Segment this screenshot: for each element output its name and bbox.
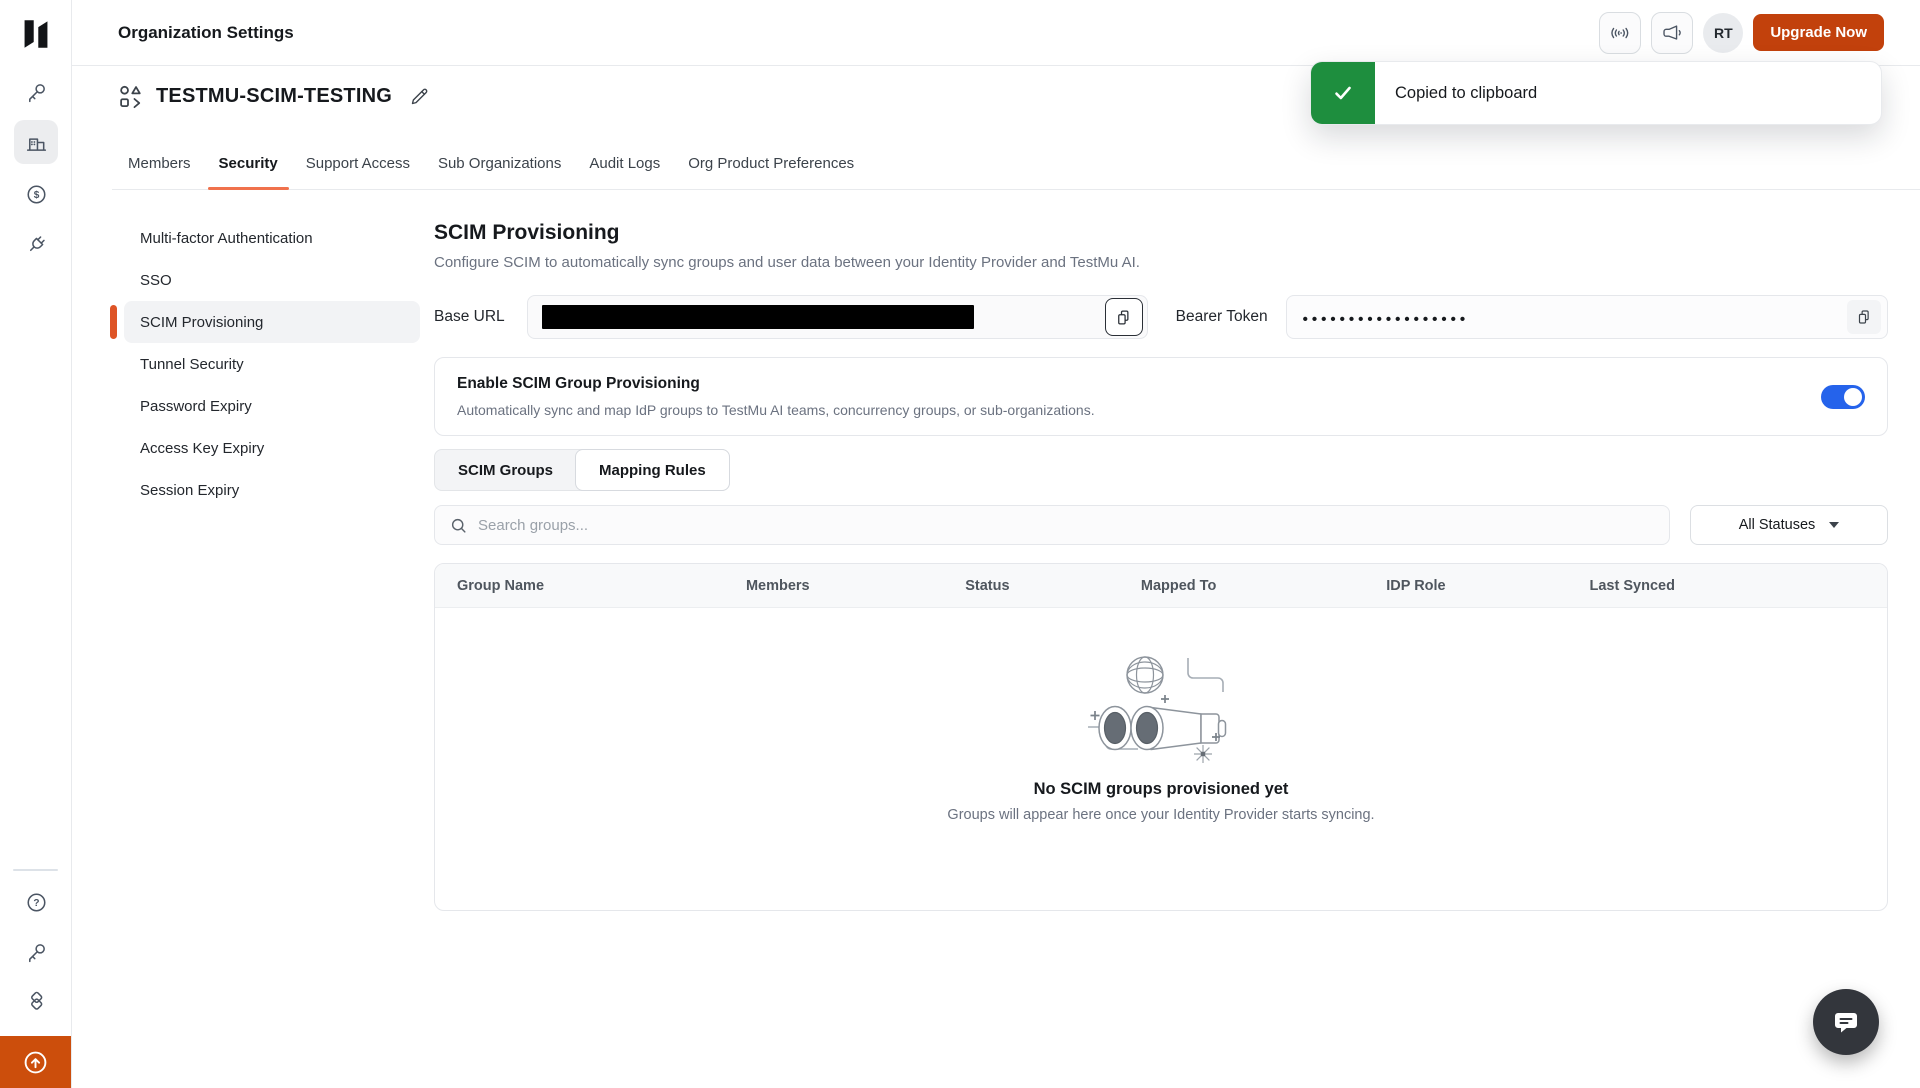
group-search [434, 505, 1670, 545]
column-status: Status [965, 577, 1010, 594]
upgrade-now-button[interactable]: Upgrade Now [1753, 14, 1884, 51]
subnav-item-scim-provisioning[interactable]: SCIM Provisioning [110, 301, 420, 343]
tab-security[interactable]: Security [205, 137, 292, 190]
empty-state: No SCIM groups provisioned yet Groups wi… [435, 652, 1887, 823]
org-tabs: Members Security Support Access Sub Orga… [112, 137, 1920, 190]
base-url-label: Base URL [434, 308, 505, 325]
column-group-name: Group Name [457, 577, 545, 594]
toast-copied: Copied to clipboard [1310, 61, 1882, 125]
product-logo [20, 18, 52, 50]
subnav-item-tunnel-security[interactable]: Tunnel Security [124, 343, 420, 385]
svg-text:$: $ [33, 190, 39, 201]
pencil-icon [411, 88, 428, 105]
subnav-item-session-expiry[interactable]: Session Expiry [124, 469, 420, 511]
view-tab-mapping-rules[interactable]: Mapping Rules [575, 449, 730, 491]
tab-audit-logs[interactable]: Audit Logs [575, 137, 674, 189]
toast-message: Copied to clipboard [1395, 83, 1538, 102]
enable-scim-title: Enable SCIM Group Provisioning [457, 375, 700, 392]
subnav-item-sso[interactable]: SSO [124, 259, 420, 301]
edit-org-name-button[interactable] [409, 86, 430, 107]
tab-org-product-preferences[interactable]: Org Product Preferences [674, 137, 868, 189]
search-icon [451, 518, 466, 533]
view-tab-scim-groups[interactable]: SCIM Groups [435, 450, 576, 490]
rail-access-key-icon[interactable] [14, 930, 58, 974]
rail-upgrade-block[interactable] [0, 1036, 71, 1088]
empty-state-title: No SCIM groups provisioned yet [1033, 780, 1289, 798]
subnav-item-mfa[interactable]: Multi-factor Authentication [124, 217, 420, 259]
groups-toolbar: All Statuses [434, 505, 1888, 545]
base-url-redacted-value [541, 305, 974, 329]
org-shapes-icon [120, 85, 141, 109]
column-mapped-to: Mapped To [1140, 577, 1217, 594]
column-idp-role: IDP Role [1386, 577, 1446, 594]
enable-scim-toggle[interactable] [1821, 384, 1865, 409]
rail-key-icon[interactable] [14, 70, 58, 114]
column-last-synced: Last Synced [1589, 577, 1675, 594]
bearer-token-field[interactable]: •••••••••••••••••• [1285, 295, 1888, 339]
topbar-actions: RT Upgrade Now [1599, 11, 1884, 54]
announcements-button[interactable] [1651, 11, 1694, 54]
copy-icon [1858, 310, 1869, 324]
scim-credentials-row: Base URL Bearer Token •••••••••••••••••• [434, 295, 1888, 339]
enable-scim-card: Enable SCIM Group Provisioning Automatic… [434, 357, 1888, 436]
chat-widget-button[interactable] [1813, 989, 1879, 1055]
copy-bearer-token-button[interactable] [1847, 300, 1881, 334]
tab-support-access[interactable]: Support Access [292, 137, 424, 189]
binoculars-illustration [1088, 656, 1227, 763]
subnav-item-access-key-expiry[interactable]: Access Key Expiry [124, 427, 420, 469]
rail-stack-icon[interactable] [14, 979, 58, 1023]
page-title: Organization Settings [118, 22, 294, 42]
enable-scim-text: Enable SCIM Group Provisioning Automatic… [457, 375, 1095, 418]
scim-panel: SCIM Provisioning Configure SCIM to auto… [434, 221, 1888, 911]
subnav-item-password-expiry[interactable]: Password Expiry [124, 385, 420, 427]
table-body: No SCIM groups provisioned yet Groups wi… [435, 608, 1887, 910]
org-name: TESTMU-SCIM-TESTING [156, 85, 393, 107]
status-filter-value: All Statuses [1738, 517, 1816, 533]
pulse-waves-button[interactable] [1599, 11, 1642, 54]
group-search-input[interactable] [478, 516, 1655, 534]
rail-divider [13, 869, 58, 871]
svg-text:?: ? [33, 897, 39, 908]
bearer-token-label: Bearer Token [1175, 308, 1268, 325]
chevron-down-icon [1829, 522, 1840, 528]
chat-bubble-icon [1835, 1013, 1857, 1033]
rail-integrations-icon[interactable] [14, 222, 58, 266]
rail-help-icon[interactable]: ? [14, 880, 58, 924]
scim-description: Configure SCIM to automatically sync gro… [434, 254, 1140, 271]
arrow-up-circle-icon [24, 1051, 47, 1073]
base-url-field[interactable] [526, 295, 1148, 339]
rail-billing-icon[interactable]: $ [14, 172, 58, 216]
scim-groups-table: Group Name Members Status Mapped To IDP … [434, 563, 1888, 911]
topbar: Organization Settings RT Upgrade Now [72, 0, 1920, 66]
tab-members[interactable]: Members [114, 137, 205, 189]
scim-title: SCIM Provisioning [434, 221, 620, 244]
avatar[interactable]: RT [1703, 12, 1744, 53]
tab-sub-organizations[interactable]: Sub Organizations [424, 137, 575, 189]
icon-rail: $ ? [0, 0, 72, 1088]
scim-view-tabs: SCIM Groups Mapping Rules [434, 449, 730, 491]
rail-organization-icon[interactable] [14, 120, 58, 164]
megaphone-icon [1663, 24, 1682, 40]
check-icon [1335, 86, 1351, 100]
status-filter-dropdown[interactable]: All Statuses [1690, 505, 1888, 545]
copy-icon [1118, 310, 1129, 324]
app-window: $ ? Organization Settings RT Upgrade Now… [0, 0, 1920, 1088]
toast-success-accent [1311, 62, 1375, 124]
bearer-token-masked: •••••••••••••••••• [1302, 310, 1470, 328]
column-members: Members [745, 577, 810, 594]
security-subnav: Multi-factor Authentication SSO SCIM Pro… [110, 217, 420, 511]
toggle-knob [1844, 387, 1862, 406]
pulse-waves-icon [1611, 27, 1629, 38]
table-header-row: Group Name Members Status Mapped To IDP … [435, 564, 1887, 608]
empty-state-subtitle: Groups will appear here once your Identi… [947, 807, 1375, 823]
enable-scim-description: Automatically sync and map IdP groups to… [457, 402, 1095, 418]
org-header: TESTMU-SCIM-TESTING [118, 84, 430, 109]
copy-base-url-button[interactable] [1104, 298, 1143, 336]
